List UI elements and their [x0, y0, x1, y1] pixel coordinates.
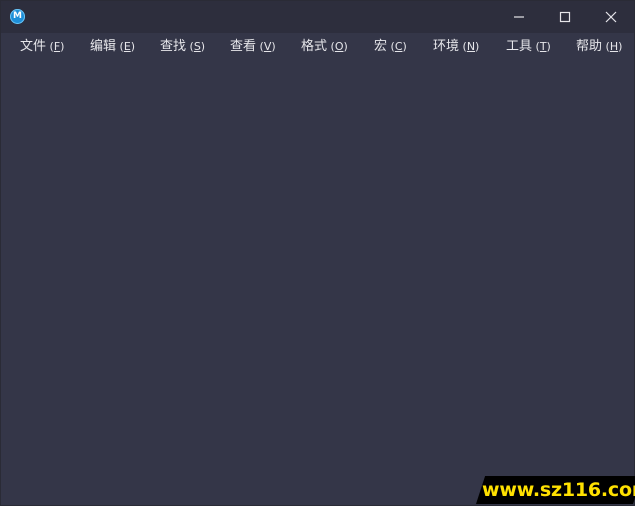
app-logo-icon[interactable]: M	[10, 9, 25, 24]
close-icon	[605, 11, 617, 23]
menu-label: 文件	[20, 39, 47, 54]
menu-hotkey: F	[53, 40, 61, 53]
menu-macro[interactable]: 宏 (C)	[374, 38, 407, 56]
menu-label: 查看	[230, 39, 257, 54]
menu-file[interactable]: 文件 (F)	[20, 38, 64, 56]
menu-format[interactable]: 格式 (O)	[301, 38, 348, 56]
menu-hotkey: E	[123, 40, 131, 53]
maximize-button[interactable]	[542, 1, 588, 33]
menu-label: 环境	[433, 39, 460, 54]
editor-area[interactable]	[1, 61, 634, 505]
close-button[interactable]	[588, 1, 634, 33]
menu-hotkey: N	[466, 40, 476, 53]
menu-label: 宏	[374, 39, 388, 54]
menu-hotkey: O	[334, 40, 344, 53]
menu-find[interactable]: 查找 (S)	[160, 38, 205, 56]
maximize-icon	[559, 11, 571, 23]
menu-label: 查找	[160, 39, 187, 54]
menu-label: 格式	[301, 39, 328, 54]
menu-tools[interactable]: 工具 (T)	[506, 38, 551, 56]
title-bar[interactable]: M	[1, 1, 634, 33]
menu-bar: 文件 (F) 编辑 (E) 查找 (S) 查看 (V) 格式 (O) 宏 (C)…	[1, 33, 634, 61]
watermark-text: www.sz116.com	[482, 479, 635, 501]
menu-label: 工具	[506, 39, 533, 54]
menu-view[interactable]: 查看 (V)	[230, 38, 276, 56]
app-window: M 文件 (F) 编辑 (E) 查找 (S) 查看 (V) 格式 (O) 宏 (…	[0, 0, 635, 506]
menu-help[interactable]: 帮助 (H)	[576, 38, 622, 56]
menu-hotkey: H	[609, 40, 619, 53]
menu-environment[interactable]: 环境 (N)	[433, 38, 479, 56]
menu-hotkey: S	[193, 40, 201, 53]
minimize-button[interactable]	[496, 1, 542, 33]
menu-edit[interactable]: 编辑 (E)	[90, 38, 135, 56]
menu-hotkey: T	[539, 40, 547, 53]
menu-hotkey: C	[394, 40, 403, 53]
minimize-icon	[514, 16, 524, 18]
menu-label: 帮助	[576, 39, 603, 54]
menu-hotkey: V	[263, 40, 272, 53]
menu-label: 编辑	[90, 39, 117, 54]
